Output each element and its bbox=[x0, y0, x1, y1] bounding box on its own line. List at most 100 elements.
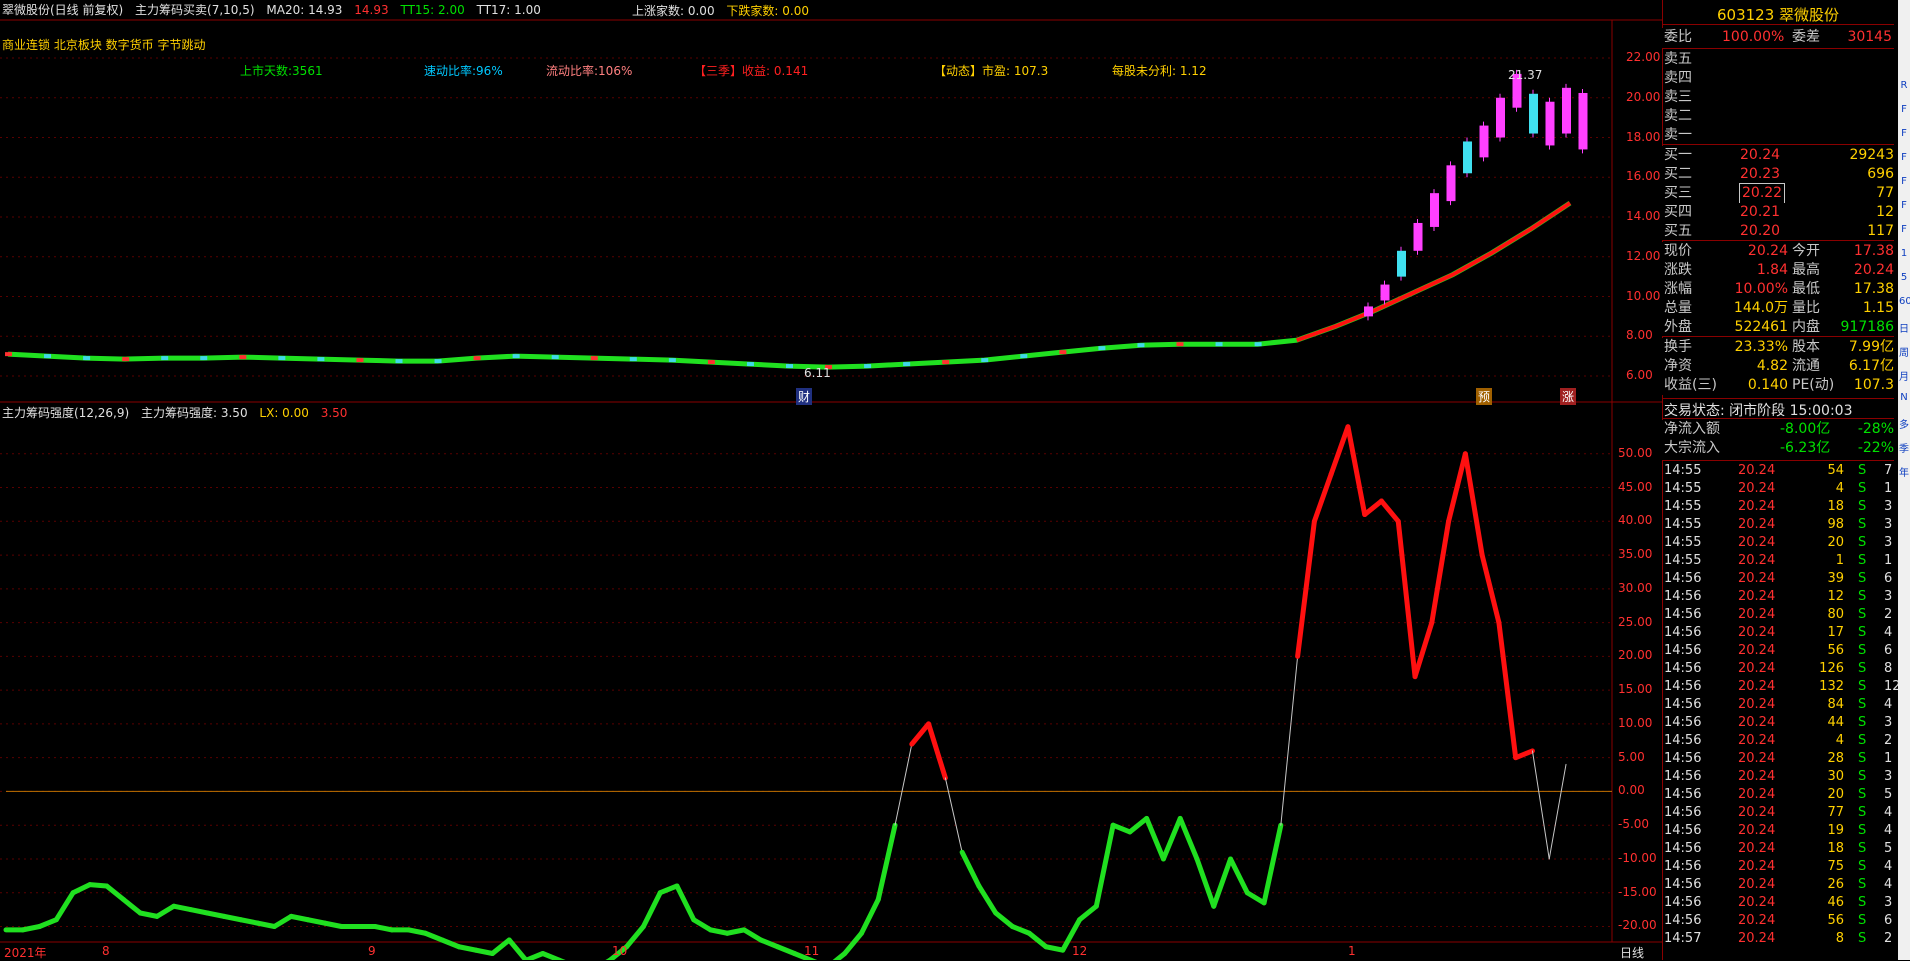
buy-price: 20.21 bbox=[1740, 204, 1781, 220]
strength-segment bbox=[1043, 944, 1066, 953]
stats-value-b: 1.15 bbox=[1862, 300, 1894, 316]
strength-segment bbox=[775, 944, 797, 957]
stats-cells: 外盘 522461 内盘 917186 bbox=[1662, 318, 1894, 337]
tick-time: 14:56 bbox=[1664, 643, 1702, 658]
stats-value-a: 144.0万 bbox=[1733, 300, 1788, 316]
buy-level-3: 买三 20.22 77 bbox=[1662, 183, 1910, 204]
tick-volume: 4 bbox=[1835, 733, 1844, 748]
sub-y-tick: 25.00 bbox=[1618, 614, 1653, 629]
candle bbox=[239, 355, 247, 360]
strength-segment bbox=[909, 721, 932, 747]
sub-y-tick: 20.00 bbox=[1618, 648, 1653, 663]
sub-title[interactable]: 主力筹码强度(12,26,9) bbox=[2, 406, 129, 420]
tick-row: 14:56 20.24 28 S 1 bbox=[1664, 750, 1896, 768]
fund-cells: 换手 23.33% 股本 7.99亿 bbox=[1662, 338, 1894, 357]
tick-count: 8 bbox=[1884, 661, 1893, 676]
strength-segment bbox=[724, 927, 747, 936]
period-label[interactable]: 日线 bbox=[1620, 944, 1644, 961]
strength-segment bbox=[1228, 856, 1250, 896]
tick-side: S bbox=[1858, 535, 1867, 550]
tick-row: 14:56 20.24 77 S 4 bbox=[1664, 804, 1896, 822]
edge-tab-3[interactable]: F bbox=[1899, 152, 1909, 163]
candle bbox=[864, 364, 872, 369]
edge-tab-5[interactable]: F bbox=[1899, 200, 1909, 211]
sub-y-tick: -10.00 bbox=[1618, 850, 1657, 865]
kline-chart[interactable] bbox=[0, 0, 1662, 960]
tick-row: 14:55 20.24 54 S 7 bbox=[1664, 462, 1896, 480]
edge-tab-1[interactable]: F bbox=[1899, 104, 1909, 115]
tick-count: 3 bbox=[1884, 517, 1893, 532]
edge-tab-11[interactable]: 周 bbox=[1899, 344, 1909, 359]
edge-tab-2[interactable]: F bbox=[1899, 128, 1909, 139]
tick-volume: 54 bbox=[1827, 463, 1844, 478]
tick-side: S bbox=[1858, 481, 1867, 496]
edge-tab-0[interactable]: R bbox=[1899, 80, 1909, 91]
strength-segment bbox=[322, 920, 344, 929]
tick-row: 14:55 20.24 1 S 1 bbox=[1664, 552, 1896, 570]
tick-volume: 18 bbox=[1827, 841, 1844, 856]
tick-side: S bbox=[1858, 643, 1867, 658]
strength-segment bbox=[204, 910, 227, 919]
tick-side: S bbox=[1858, 769, 1867, 784]
fund-row: 换手 23.33% 股本 7.99亿 bbox=[1662, 338, 1910, 357]
fund-row: 收益(三) 0.140 PE(动) 107.3 bbox=[1662, 376, 1910, 395]
tick-volume: 39 bbox=[1827, 571, 1844, 586]
sub-y-tick: 15.00 bbox=[1618, 682, 1653, 697]
strength-segment bbox=[1479, 552, 1502, 626]
candle bbox=[1479, 125, 1489, 158]
strength-segment bbox=[1160, 815, 1183, 862]
limit-up-marker[interactable]: 涨 bbox=[1560, 388, 1577, 405]
block-pct: -22% bbox=[1857, 440, 1894, 456]
tick-count: 3 bbox=[1884, 769, 1893, 784]
tick-price: 20.24 bbox=[1738, 535, 1776, 550]
tick-row: 14:56 20.24 26 S 4 bbox=[1664, 876, 1896, 894]
sell-level-3: 卖三 bbox=[1664, 89, 1692, 105]
candle bbox=[786, 364, 793, 369]
tick-price: 20.24 bbox=[1738, 769, 1776, 784]
strength-segment bbox=[691, 917, 714, 933]
tick-side: S bbox=[1858, 877, 1867, 892]
tick-row: 14:56 20.24 4 S 2 bbox=[1664, 732, 1896, 750]
strength-segment bbox=[1531, 750, 1550, 860]
edge-tab-6[interactable]: F bbox=[1899, 224, 1909, 235]
finance-marker[interactable]: 财 bbox=[796, 388, 813, 405]
strength-segment bbox=[1345, 424, 1368, 518]
strength-segment bbox=[372, 923, 395, 933]
tick-volume: 20 bbox=[1827, 535, 1844, 550]
tick-time: 14:56 bbox=[1664, 679, 1702, 694]
stats-label-b: 今开 bbox=[1792, 243, 1820, 259]
tick-side: S bbox=[1858, 499, 1867, 514]
edge-tab-7[interactable]: 1 bbox=[1899, 248, 1909, 259]
tick-volume: 84 bbox=[1827, 697, 1844, 712]
tick-price: 20.24 bbox=[1738, 463, 1776, 478]
strength-segment bbox=[1194, 856, 1217, 909]
tick-time: 14:56 bbox=[1664, 625, 1702, 640]
strength-segment bbox=[959, 849, 982, 889]
tick-side: S bbox=[1858, 517, 1867, 532]
tick-volume: 20 bbox=[1827, 787, 1844, 802]
edge-tab-16[interactable]: 年 bbox=[1899, 464, 1909, 479]
edge-tab-14[interactable]: 多 bbox=[1899, 416, 1909, 431]
x-axis-label: 1 bbox=[1348, 944, 1356, 958]
stats-label-a: 现价 bbox=[1664, 243, 1692, 259]
edge-tab-9[interactable]: 60 bbox=[1899, 296, 1910, 307]
main-y-tick: 16.00 bbox=[1626, 169, 1661, 184]
edge-tab-12[interactable]: 月 bbox=[1899, 368, 1909, 383]
edge-tab-10[interactable]: 日 bbox=[1899, 320, 1909, 335]
strength-segment bbox=[708, 927, 730, 936]
tick-side: S bbox=[1858, 859, 1867, 874]
stats-row: 现价 20.24 今开 17.38 bbox=[1662, 242, 1910, 261]
tick-time: 14:56 bbox=[1664, 661, 1702, 676]
tick-price: 20.24 bbox=[1738, 697, 1776, 712]
forecast-marker[interactable]: 预 bbox=[1476, 388, 1493, 405]
buy-price: 20.22 bbox=[1738, 183, 1786, 204]
tick-side: S bbox=[1858, 571, 1867, 586]
edge-tab-4[interactable]: F bbox=[1899, 176, 1909, 187]
tick-volume: 126 bbox=[1819, 661, 1844, 676]
tick-price: 20.24 bbox=[1738, 751, 1776, 766]
edge-tab-8[interactable]: 5 bbox=[1899, 272, 1909, 283]
edge-tab-15[interactable]: 季 bbox=[1899, 440, 1909, 455]
strength-segment bbox=[1446, 451, 1468, 524]
edge-tab-13[interactable]: N bbox=[1899, 392, 1909, 403]
strength-segment bbox=[238, 917, 261, 926]
